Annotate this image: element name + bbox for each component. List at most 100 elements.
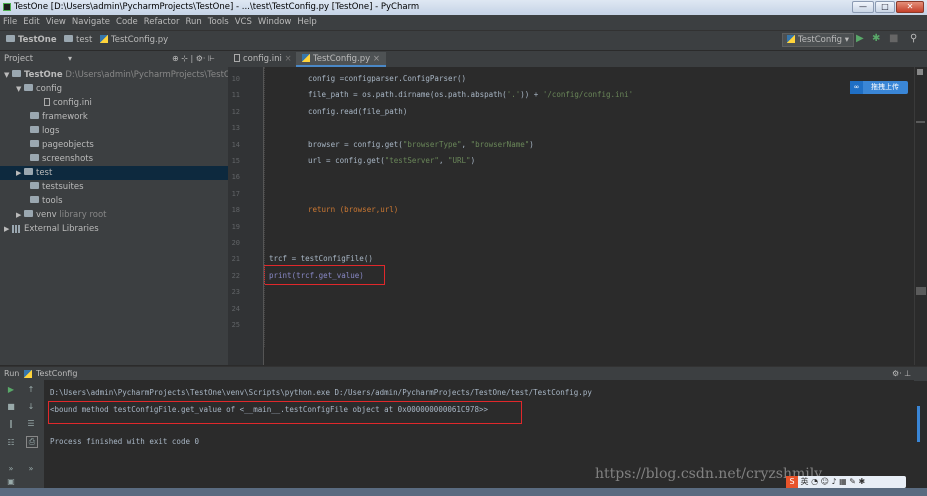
- run-panel-header: Run TestConfig ⚙· ⊥: [0, 366, 927, 381]
- python-file-icon: [302, 53, 310, 62]
- code-line[interactable]: file_path = os.path.dirname(os.path.absp…: [308, 90, 633, 99]
- project-panel-header: Project ▾ ⊕ ⊹ | ⚙· ⊩: [0, 51, 228, 68]
- tree-item-logs[interactable]: logs: [0, 124, 258, 138]
- line-number: 19: [231, 223, 240, 231]
- run-toolbar: ▶ ↑ ■ ↓ ‖ ☰ ☷ ⎙ » » ▣: [0, 380, 44, 488]
- tree-item-testone[interactable]: ▼ TestOne D:\Users\admin\PycharmProjects\…: [0, 68, 241, 82]
- debug-icon[interactable]: ✱: [872, 33, 880, 44]
- soft-wrap-icon[interactable]: ☰: [26, 419, 36, 429]
- menu-window[interactable]: Window: [255, 15, 295, 27]
- expand-more-icon[interactable]: »: [26, 464, 36, 474]
- project-tool-icons[interactable]: ⊕ ⊹ | ⚙· ⊩: [172, 54, 215, 63]
- folder-icon: [30, 112, 39, 119]
- run-command-line: D:\Users\admin\PycharmProjects\TestOne\v…: [50, 388, 592, 397]
- expand-more-icon[interactable]: »: [6, 464, 16, 474]
- tab-close-icon[interactable]: ×: [373, 54, 380, 64]
- window-title-bar: TestOne [D:\Users\admin\PycharmProjects\…: [0, 0, 927, 15]
- breadcrumb-test[interactable]: test: [64, 35, 92, 45]
- tree-item-config[interactable]: ▼ config: [0, 82, 244, 96]
- inspection-status-icon: [917, 69, 923, 75]
- print-icon[interactable]: ⎙: [26, 436, 38, 448]
- taskbar: [0, 488, 927, 496]
- menu-edit[interactable]: Edit: [20, 15, 42, 27]
- scroll-up-icon[interactable]: ↑: [26, 385, 36, 395]
- menu-view[interactable]: View: [43, 15, 69, 27]
- code-line[interactable]: config =configparser.ConfigParser(): [308, 74, 466, 83]
- tree-item-screenshots[interactable]: screenshots: [0, 152, 258, 166]
- rerun-icon[interactable]: ▶: [6, 385, 16, 395]
- tree-item-framework[interactable]: framework: [0, 110, 258, 124]
- menu-run[interactable]: Run: [182, 15, 204, 27]
- code-line[interactable]: browser = config.get("browserType", "bro…: [308, 140, 534, 149]
- expand-arrow-icon[interactable]: ▶: [4, 222, 12, 236]
- tree-item-external-libraries[interactable]: ▶ External Libraries: [0, 222, 232, 236]
- menu-file[interactable]: File: [0, 15, 20, 27]
- code-line[interactable]: trcf = testConfigFile(): [269, 254, 373, 263]
- run-config-select[interactable]: TestConfig ▾: [782, 33, 854, 47]
- code-line[interactable]: return (browser,url): [308, 205, 398, 214]
- ime-tools-icon[interactable]: ◔ ☺ ♪ ▦ ✎ ✱: [811, 477, 865, 486]
- run-panel-title[interactable]: Run: [4, 369, 19, 378]
- project-panel-title[interactable]: Project: [4, 54, 33, 64]
- expand-arrow-icon[interactable]: ▼: [16, 82, 24, 96]
- restore-layout-icon[interactable]: ☷: [6, 438, 16, 448]
- search-everywhere-icon[interactable]: ⚲: [910, 33, 917, 44]
- menu-navigate[interactable]: Navigate: [69, 15, 113, 27]
- pycharm-app-icon: [3, 3, 11, 11]
- project-view-dropdown-icon[interactable]: ▾: [68, 54, 72, 63]
- ime-mode-label[interactable]: 英: [801, 477, 809, 486]
- ime-toolbar[interactable]: S 英 ◔ ☺ ♪ ▦ ✎ ✱: [786, 476, 906, 488]
- menu-code[interactable]: Code: [113, 15, 141, 27]
- folder-icon: [24, 210, 33, 217]
- menu-tools[interactable]: Tools: [205, 15, 232, 27]
- menu-help[interactable]: Help: [294, 15, 319, 27]
- expand-arrow-icon[interactable]: ▼: [4, 68, 12, 82]
- folder-icon: [30, 126, 39, 133]
- tree-item-tools[interactable]: tools: [0, 194, 258, 208]
- python-file-icon: [787, 34, 795, 43]
- close-window-button[interactable]: ✕: [896, 1, 924, 13]
- window-title: TestOne [D:\Users\admin\PycharmProjects\…: [14, 2, 420, 12]
- code-line[interactable]: config.read(file_path): [308, 107, 407, 116]
- folder-icon: [24, 168, 33, 175]
- tab-config-ini[interactable]: config.ini ×: [228, 52, 298, 67]
- tree-item-testsuites[interactable]: testsuites: [0, 180, 258, 194]
- menu-vcs[interactable]: VCS: [232, 15, 255, 27]
- line-number-gutter: 10 11 12 13 14 15 16 17 18 19 20 21 22 2…: [228, 67, 264, 365]
- cloud-upload-button[interactable]: ∞ 拖拽上传: [850, 81, 908, 94]
- layout-icon[interactable]: ▣: [6, 477, 16, 487]
- ime-logo-icon: S: [786, 476, 798, 488]
- editor-scrollbar[interactable]: [914, 67, 927, 365]
- pause-icon[interactable]: ‖: [6, 419, 16, 429]
- code-editor[interactable]: config =configparser.ConfigParser() file…: [264, 67, 914, 365]
- code-line[interactable]: url = config.get("testServer", "URL"): [308, 156, 475, 165]
- highlight-box: [264, 265, 385, 285]
- line-number: 11: [231, 91, 240, 99]
- scroll-down-icon[interactable]: ↓: [26, 402, 36, 412]
- folder-icon: [30, 182, 39, 189]
- tree-item-venv[interactable]: ▶ venv library root: [0, 208, 244, 222]
- expand-arrow-icon[interactable]: ▶: [16, 166, 24, 180]
- line-number: 17: [231, 190, 240, 198]
- tree-item-test[interactable]: ▶ test: [0, 166, 228, 180]
- stop-run-icon[interactable]: ■: [6, 402, 16, 412]
- folder-icon: [30, 196, 39, 203]
- tab-testconfig-py[interactable]: TestConfig.py ×: [296, 52, 386, 67]
- run-panel-settings-icon[interactable]: ⚙· ⊥: [892, 369, 911, 378]
- breadcrumb-file[interactable]: TestConfig.py: [100, 34, 168, 45]
- minimize-button[interactable]: —: [852, 1, 874, 13]
- tab-close-icon[interactable]: ×: [285, 54, 292, 64]
- maximize-button[interactable]: □: [875, 1, 895, 13]
- folder-icon: [24, 84, 33, 91]
- expand-arrow-icon[interactable]: ▶: [16, 208, 24, 222]
- menu-refactor[interactable]: Refactor: [141, 15, 183, 27]
- navigation-bar: TestOne test TestConfig.py TestConfig ▾ …: [0, 31, 927, 51]
- run-config-name[interactable]: TestConfig: [36, 369, 77, 378]
- tree-item-pageobjects[interactable]: pageobjects: [0, 138, 258, 152]
- breadcrumb-project[interactable]: TestOne: [6, 35, 57, 45]
- line-number: 23: [231, 288, 240, 296]
- menu-bar: File Edit View Navigate Code Refactor Run Tools…: [0, 15, 927, 31]
- run-icon[interactable]: ▶: [856, 33, 864, 44]
- stop-icon[interactable]: ■: [889, 33, 898, 44]
- indent-guide: [264, 67, 266, 347]
